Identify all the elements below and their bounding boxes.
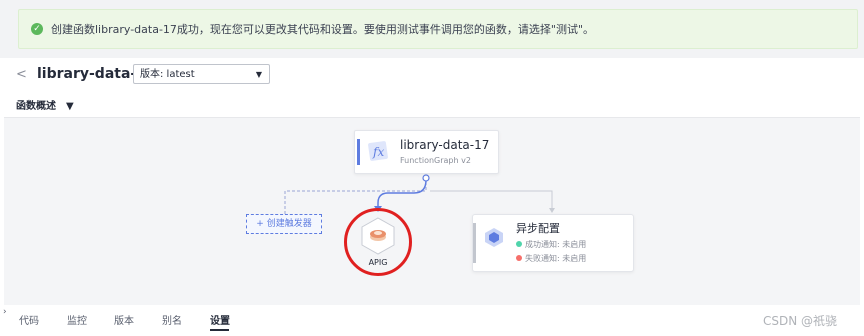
create-trigger-button[interactable]: + 创建触发器 [246, 214, 322, 234]
failure-status-dot [516, 255, 522, 261]
function-node[interactable]: fx library-data-17 FunctionGraph v2 [354, 130, 499, 174]
tab-monitor[interactable]: 监控 [67, 312, 87, 327]
tab-versions[interactable]: 版本 [114, 312, 134, 327]
function-fx-icon: fx [368, 141, 388, 161]
tab-code[interactable]: 代码 [19, 312, 39, 327]
failure-notification-row: 失败通知: 未启用 [516, 253, 586, 264]
watermark: CSDN @祇骁 [763, 314, 838, 328]
async-connector [430, 190, 553, 212]
success-notification-label: 成功通知: 未启用 [525, 240, 587, 249]
connector-port [422, 174, 430, 182]
active-tab-indicator [210, 329, 229, 331]
async-node-accent [473, 223, 476, 263]
tab-settings[interactable]: 设置 [210, 312, 230, 327]
function-node-name: library-data-17 [400, 138, 490, 152]
success-status-dot [516, 241, 522, 247]
success-notification-row: 成功通知: 未启用 [516, 239, 586, 250]
async-config-node[interactable]: 异步配置 成功通知: 未启用 失败通知: 未启用 [472, 214, 634, 272]
function-tabs: 代码 监控 版本 别名 设置 [0, 305, 864, 336]
highlight-circle [344, 208, 412, 276]
trigger-connector [284, 180, 427, 214]
apig-connector [377, 179, 427, 210]
async-cube-icon [485, 228, 503, 247]
tab-aliases[interactable]: 别名 [162, 312, 182, 327]
expand-arrow-icon[interactable]: › [3, 307, 7, 317]
svg-text:fx: fx [372, 145, 384, 159]
async-connector-arrow [549, 208, 555, 213]
function-node-runtime: FunctionGraph v2 [400, 156, 471, 165]
async-config-title: 异步配置 [516, 222, 560, 235]
function-node-accent [357, 139, 360, 165]
failure-notification-label: 失败通知: 未启用 [525, 254, 587, 263]
